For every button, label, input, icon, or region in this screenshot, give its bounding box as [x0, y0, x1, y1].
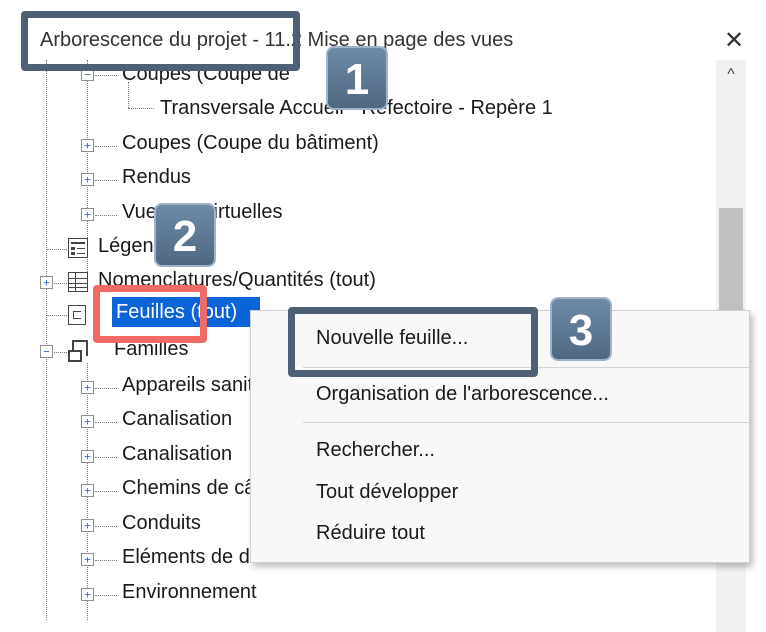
tree-connector	[95, 215, 117, 216]
legend-icon	[68, 238, 88, 258]
tree-item-environnement[interactable]: + Environnement	[0, 576, 320, 610]
expand-icon[interactable]: +	[81, 173, 94, 186]
tree-connector	[95, 560, 117, 561]
tree-item-coupes-batiment[interactable]: + Coupes (Coupe du bâtiment)	[0, 127, 430, 161]
sheet-icon	[68, 305, 86, 325]
tree-item-label: Coupes (Coupe du bâtiment)	[122, 132, 379, 154]
families-icon	[68, 340, 90, 362]
menu-item-reduire-tout[interactable]: Réduire tout	[316, 522, 425, 545]
tree-item-canalisation-1[interactable]: + Canalisation	[0, 403, 260, 437]
tree-item-label: Conduits	[122, 512, 201, 534]
callout-badge-3: 3	[550, 297, 612, 361]
tree-item-chemins-de-cables[interactable]: + Chemins de câbles	[0, 472, 292, 506]
expand-icon[interactable]: +	[81, 139, 94, 152]
callout-badge-1: 1	[326, 46, 388, 110]
tree-connector	[95, 526, 117, 527]
tree-connector	[47, 315, 67, 316]
expand-icon[interactable]: +	[81, 450, 94, 463]
menu-item-tout-developper[interactable]: Tout développer	[316, 481, 458, 504]
tree-connector	[47, 249, 67, 250]
callout-highlight-nouvelle-feuille	[288, 307, 538, 377]
tree-item-nomenclatures[interactable]: + Nomenclatures/Quantités (tout)	[0, 264, 460, 298]
tree-item-conduits[interactable]: + Conduits	[0, 507, 260, 541]
close-icon[interactable]: ✕	[718, 26, 750, 56]
expand-icon[interactable]: +	[81, 553, 94, 566]
schedule-icon	[68, 272, 88, 292]
tree-connector	[95, 595, 117, 596]
menu-separator	[303, 422, 749, 423]
expand-icon[interactable]: +	[81, 208, 94, 221]
scroll-up-icon[interactable]: ^	[716, 62, 746, 88]
tree-connector	[95, 146, 117, 147]
callout-highlight-feuilles	[93, 285, 207, 343]
expand-icon[interactable]: +	[81, 588, 94, 601]
expand-icon[interactable]: +	[81, 415, 94, 428]
tree-item-vues-3d[interactable]: + Vues 3D virtuelles	[0, 196, 300, 230]
tree-item-label: Canalisation	[122, 443, 233, 465]
tree-connector	[95, 75, 117, 76]
tree-connector	[95, 422, 117, 423]
tree-item-rendus[interactable]: + Rendus	[0, 161, 220, 195]
tree-connector	[95, 491, 117, 492]
tree-item-transversale[interactable]: Transversale Accueil - Réfectoire - Repè…	[0, 92, 620, 126]
tree-item-canalisation-2[interactable]: + Canalisation	[0, 438, 260, 472]
tree-item-label: Rendus	[122, 166, 191, 188]
tree-item-label: Canalisation	[122, 408, 233, 430]
tree-connector	[95, 388, 117, 389]
tree-connector	[95, 457, 117, 458]
expand-icon[interactable]: +	[81, 519, 94, 532]
tree-connector	[54, 352, 67, 353]
expand-icon[interactable]: +	[81, 381, 94, 394]
callout-highlight-title	[21, 11, 300, 71]
expand-icon[interactable]: +	[40, 276, 53, 289]
project-browser-panel: Arborescence du projet - 11.2 Mise en pa…	[0, 0, 766, 632]
tree-connector	[54, 283, 67, 284]
expand-icon[interactable]: +	[81, 484, 94, 497]
tree-item-appareils-sanitaires[interactable]: + Appareils sanitaires	[0, 369, 297, 403]
tree-item-label: Environnement	[122, 581, 257, 603]
menu-item-rechercher[interactable]: Rechercher...	[316, 439, 435, 462]
callout-badge-2: 2	[154, 203, 216, 267]
tree-connector	[95, 180, 117, 181]
scroll-thumb[interactable]	[719, 208, 743, 312]
menu-item-organisation[interactable]: Organisation de l'arborescence...	[316, 383, 609, 406]
collapse-icon[interactable]: −	[40, 345, 53, 358]
tree-item-legendes[interactable]: Légendes	[0, 230, 260, 264]
